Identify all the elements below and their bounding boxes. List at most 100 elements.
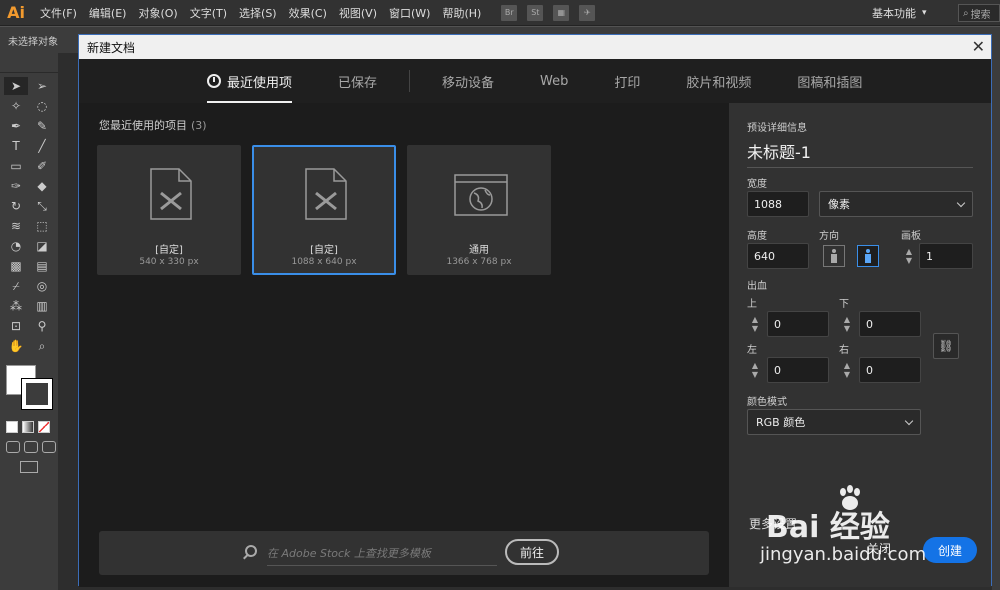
preset-details-pane: 预设详细信息 未标题-1 宽度 1088 像素 高度 640 方向 画板 ▲ ▼ … — [729, 103, 991, 587]
scale-tool-icon[interactable]: ⤡ — [30, 197, 54, 215]
none-mode-icon[interactable] — [38, 421, 50, 433]
draw-inside-icon[interactable] — [42, 441, 56, 453]
fill-stroke-widget[interactable] — [4, 365, 54, 415]
link-icon[interactable]: ⛓ — [933, 333, 959, 359]
gradient-mode-icon[interactable] — [22, 421, 34, 433]
recent-heading-text: 您最近使用的项目 — [99, 119, 187, 132]
tab-print[interactable]: 打印 — [614, 59, 640, 103]
magic-wand-icon[interactable]: ✧ — [4, 97, 28, 115]
help-search-input[interactable]: ⌕ 搜索 — [958, 4, 1000, 22]
workspace-label: 基本功能 — [872, 7, 916, 20]
tab-mobile[interactable]: 移动设备 — [442, 59, 494, 103]
height-input[interactable]: 640 — [747, 243, 809, 269]
menu-edit[interactable]: 编辑(E) — [89, 5, 127, 21]
shape-builder-icon[interactable]: ◔ — [4, 237, 28, 255]
paintbrush-icon[interactable]: ✐ — [30, 157, 54, 175]
recent-item-card-selected[interactable]: [自定] 1088 x 640 px — [252, 145, 396, 275]
hand-tool-icon[interactable]: ✋ — [4, 337, 28, 355]
preset-tabs: 最近使用项 已保存 移动设备 Web 打印 胶片和视频 图稿和插图 — [79, 59, 991, 103]
rotate-tool-icon[interactable]: ↻ — [4, 197, 28, 215]
screen-mode-icon[interactable] — [20, 461, 38, 473]
panel-strip — [992, 53, 1000, 590]
slice-tool-icon[interactable]: ⚲ — [30, 317, 54, 335]
artboards-stepper[interactable]: ▲ ▼ — [901, 243, 917, 269]
lasso-icon[interactable]: ◌ — [30, 97, 54, 115]
perspective-grid-icon[interactable]: ◪ — [30, 237, 54, 255]
landscape-button[interactable] — [857, 245, 879, 267]
tab-label: 最近使用项 — [227, 75, 293, 91]
tab-divider — [409, 70, 411, 92]
pen-tool-icon[interactable]: ✒ — [4, 117, 28, 135]
free-transform-icon[interactable]: ⬚ — [30, 217, 54, 235]
symbol-sprayer-icon[interactable]: ⁂ — [4, 297, 28, 315]
tools-panel-header[interactable] — [0, 53, 58, 73]
gradient-tool-icon[interactable]: ▤ — [30, 257, 54, 275]
tab-art-illustration[interactable]: 图稿和插图 — [797, 59, 862, 103]
curvature-tool-icon[interactable]: ✎ — [30, 117, 54, 135]
bridge-icon[interactable]: Br — [501, 4, 518, 21]
line-tool-icon[interactable]: ╱ — [30, 137, 54, 155]
menu-select[interactable]: 选择(S) — [239, 5, 277, 21]
recent-item-card[interactable]: 通用 1366 x 768 px — [407, 145, 551, 275]
arrange-documents-icon[interactable]: ▦ — [553, 4, 570, 21]
menu-effect[interactable]: 效果(C) — [289, 5, 327, 21]
draw-mode-icon[interactable] — [6, 441, 20, 453]
custom-document-icon — [150, 168, 192, 220]
preset-name-field[interactable]: 未标题-1 — [747, 139, 973, 168]
recent-item-card[interactable]: [自定] 540 x 330 px — [97, 145, 241, 275]
type-tool-icon[interactable]: T — [4, 137, 28, 155]
blend-tool-icon[interactable]: ◎ — [30, 277, 54, 295]
zoom-tool-icon[interactable]: ⌕ — [30, 337, 54, 355]
stroke-swatch[interactable] — [21, 378, 53, 410]
artboards-input[interactable]: 1 — [919, 243, 973, 269]
shaper-tool-icon[interactable]: ✑ — [4, 177, 28, 195]
bleed-top-stepper[interactable]: ▲ ▼ — [747, 311, 763, 337]
portrait-button[interactable] — [823, 245, 845, 267]
menu-help[interactable]: 帮助(H) — [442, 5, 481, 21]
color-mode-select[interactable]: RGB 颜色 — [747, 409, 921, 435]
menu-window[interactable]: 窗口(W) — [389, 5, 430, 21]
create-button[interactable]: 创建 — [923, 537, 977, 563]
bleed-top-input[interactable]: 0 — [767, 311, 829, 337]
close-icon[interactable]: ✕ — [972, 37, 985, 56]
send-icon[interactable]: ✈ — [579, 4, 596, 21]
chevron-up-icon: ▲ — [751, 361, 759, 370]
menu-object[interactable]: 对象(O) — [138, 5, 177, 21]
go-button[interactable]: 前往 — [505, 539, 559, 565]
artboard-tool-icon[interactable]: ⊡ — [4, 317, 28, 335]
tab-web[interactable]: Web — [540, 59, 568, 103]
bleed-top-label: 上 — [747, 299, 757, 310]
mesh-tool-icon[interactable]: ▩ — [4, 257, 28, 275]
draw-behind-icon[interactable] — [24, 441, 38, 453]
selection-tool-icon[interactable]: ➤ — [4, 77, 28, 95]
rectangle-tool-icon[interactable]: ▭ — [4, 157, 28, 175]
eyedropper-icon[interactable]: ⌿ — [4, 277, 28, 295]
bleed-left-input[interactable]: 0 — [767, 357, 829, 383]
direct-selection-tool-icon[interactable]: ➢ — [30, 77, 54, 95]
tab-saved[interactable]: 已保存 — [338, 59, 377, 103]
bleed-left-stepper[interactable]: ▲ ▼ — [747, 357, 763, 383]
width-input[interactable]: 1088 — [747, 191, 809, 217]
tab-film-video[interactable]: 胶片和视频 — [686, 59, 751, 103]
unit-select[interactable]: 像素 — [819, 191, 973, 217]
orientation-label: 方向 — [819, 231, 839, 242]
stock-search-input[interactable]: 在 Adobe Stock 上查找更多模板 — [267, 545, 497, 566]
bleed-right-input[interactable]: 0 — [859, 357, 921, 383]
bleed-right-stepper[interactable]: ▲ ▼ — [839, 357, 855, 383]
close-button[interactable]: 关闭 — [867, 540, 891, 557]
workspace-switcher[interactable]: 基本功能 ▾ — [872, 0, 927, 26]
eraser-icon[interactable]: ◆ — [30, 177, 54, 195]
warp-tool-icon[interactable]: ≋ — [4, 217, 28, 235]
more-settings-button[interactable]: 更多设置 — [749, 515, 797, 532]
menu-view[interactable]: 视图(V) — [339, 5, 377, 21]
recent-count: (3) — [191, 119, 207, 132]
menu-file[interactable]: 文件(F) — [40, 5, 77, 21]
bleed-bottom-input[interactable]: 0 — [859, 311, 921, 337]
recent-heading: 您最近使用的项目 (3) — [99, 117, 207, 133]
stock-icon[interactable]: St — [527, 4, 544, 21]
tab-recent[interactable]: 最近使用项 — [207, 59, 293, 103]
menu-type[interactable]: 文字(T) — [190, 5, 227, 21]
color-mode-icon[interactable] — [6, 421, 18, 433]
column-graph-icon[interactable]: ▥ — [30, 297, 54, 315]
bleed-bottom-stepper[interactable]: ▲ ▼ — [839, 311, 855, 337]
